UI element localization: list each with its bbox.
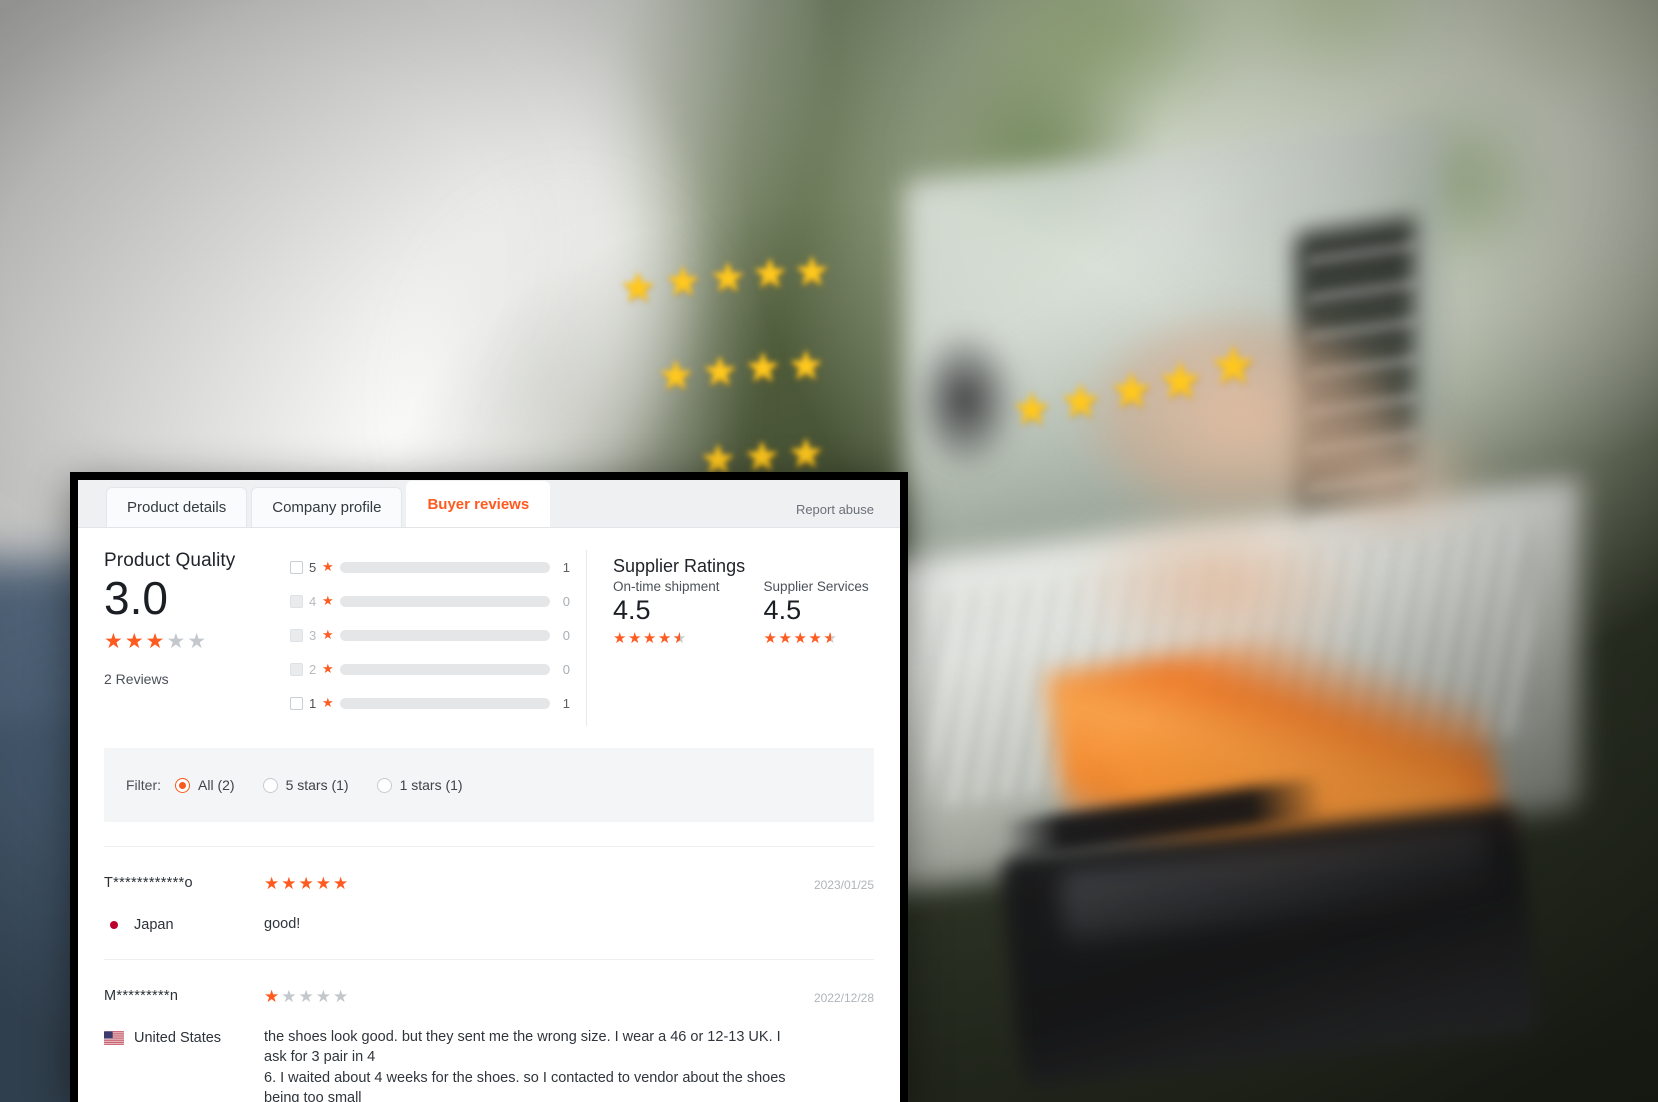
supplier-metric-on-time-shipment: On-time shipment 4.5 ★★★★★★ [613, 579, 720, 648]
review-item: M*********n United States ★★★★★ the shoe… [104, 958, 874, 1102]
report-abuse-link[interactable]: Report abuse [796, 502, 874, 517]
ratings-summary: Product Quality 3.0 ★★★★★ 2 Reviews 5 ★ … [78, 528, 900, 734]
histogram-row-2[interactable]: 2 ★ 0 [290, 658, 570, 680]
review-author-block: T************o Japan [104, 875, 264, 935]
histogram-row-4[interactable]: 4 ★ 0 [290, 590, 570, 612]
histogram-checkbox-3[interactable] [290, 628, 303, 642]
histogram-bar-5 [339, 561, 550, 573]
tab-company-profile[interactable]: Company profile [251, 487, 403, 527]
star-icon: ★ [322, 559, 334, 574]
review-body: ★★★★★ good! [264, 875, 796, 935]
supplier-metric-supplier-services: Supplier Services 4.5 ★★★★★★ [764, 579, 869, 648]
review-author-block: M*********n United States [104, 988, 264, 1102]
histogram-checkbox-2[interactable] [290, 662, 303, 676]
star-icon: ★ [322, 593, 334, 608]
supplier-metric-stars: ★★★★★★ [613, 631, 688, 646]
histogram-bar-3 [339, 629, 550, 641]
review-author-name: T************o [104, 875, 193, 891]
star-icon-empty: ★★ [166, 629, 209, 653]
review-date: 2023/01/25 [813, 878, 874, 892]
review-country-name: Japan [134, 917, 174, 933]
radio-icon[interactable] [262, 777, 278, 793]
histogram-label-3: 3 [309, 627, 317, 643]
supplier-metric-stars: ★★★★★★ [764, 631, 839, 646]
filter-option-label: 1 stars (1) [399, 777, 463, 793]
star-icon-empty: ★★★★ [281, 986, 351, 1006]
review-author-name: M*********n [104, 987, 179, 1004]
histogram-checkbox-1[interactable] [290, 696, 303, 710]
supplier-ratings-block: Supplier Ratings On-time shipment 4.5 ★★… [586, 550, 869, 726]
histogram-row-5[interactable]: 5 ★ 1 [290, 556, 570, 578]
review-text: the shoes look good. but they sent me th… [264, 1028, 786, 1102]
filter-option-label: All (2) [198, 777, 235, 793]
review-body: ★★★★★ the shoes look good. but they sent… [264, 988, 796, 1102]
filter-option-label: 5 stars (1) [285, 777, 349, 793]
supplier-metric-value: 4.5 [763, 595, 802, 625]
tab-product-details[interactable]: Product details [106, 487, 248, 527]
histogram-checkbox-4[interactable] [290, 594, 303, 608]
buyer-reviews-panel: Product details Company profile Buyer re… [78, 480, 900, 1102]
radio-icon[interactable] [376, 777, 392, 793]
flag-icon-united-states [104, 1030, 124, 1045]
histogram-bar-2 [339, 663, 550, 675]
product-quality-stars: ★★★★★ [104, 631, 208, 652]
review-panel-frame: Product details Company profile Buyer re… [70, 472, 908, 1102]
star-icon: ★ [322, 695, 334, 710]
star-icon-filled: ★★★ [104, 629, 167, 653]
filter-option-all[interactable]: All (2) [175, 777, 235, 793]
star-icon-filled: ★★★★ [763, 630, 824, 648]
review-date: 2022/12/28 [813, 990, 874, 1005]
supplier-metric-label: Supplier Services [763, 579, 869, 594]
radio-icon-selected[interactable] [175, 777, 190, 793]
histogram-bar-1 [339, 697, 550, 709]
star-icon-half: ★★ [823, 630, 839, 648]
product-quality-title: Product Quality [104, 550, 236, 571]
supplier-ratings-title: Supplier Ratings [613, 556, 746, 576]
flag-icon-japan [104, 918, 124, 932]
histogram-count-5: 1 [562, 559, 570, 575]
supplier-metric-value: 4.5 [613, 595, 651, 625]
histogram-row-3[interactable]: 3 ★ 0 [290, 624, 570, 646]
star-icon-filled: ★ [264, 986, 282, 1006]
histogram-label-4: 4 [309, 593, 317, 609]
reviews-count: 2 Reviews [104, 670, 169, 687]
review-filter-bar: Filter: All (2) 5 stars (1) 1 stars (1) [104, 748, 874, 822]
filter-label: Filter: [126, 777, 161, 793]
star-icon: ★ [322, 627, 334, 642]
rating-histogram: 5 ★ 1 4 ★ 0 3 ★ 0 2 ★ 0 1 ★ 1 [274, 550, 570, 726]
product-quality-block: Product Quality 3.0 ★★★★★ 2 Reviews [104, 550, 274, 726]
review-stars: ★★★★★ [264, 875, 350, 892]
filter-option-1-star[interactable]: 1 stars (1) [376, 777, 463, 793]
review-country-name: United States [134, 1029, 222, 1046]
review-text: good! [264, 916, 301, 932]
histogram-checkbox-5[interactable] [290, 560, 303, 574]
histogram-count-2: 0 [562, 661, 570, 677]
histogram-bar-4 [339, 595, 550, 607]
tab-bar: Product details Company profile Buyer re… [78, 480, 900, 528]
histogram-label-2: 2 [309, 661, 317, 677]
product-quality-score: 3.0 [104, 572, 168, 624]
tab-buyer-reviews[interactable]: Buyer reviews [406, 481, 551, 527]
review-stars: ★★★★★ [264, 988, 350, 1005]
star-icon-filled: ★★★★ [613, 630, 673, 648]
filter-option-5-stars[interactable]: 5 stars (1) [262, 777, 349, 793]
supplier-metric-label: On-time shipment [613, 579, 720, 594]
star-icon-filled: ★★★★★ [264, 874, 351, 893]
histogram-count-4: 0 [562, 593, 570, 609]
histogram-label-1: 1 [309, 695, 317, 711]
histogram-count-3: 0 [562, 627, 570, 643]
review-item: T************o Japan ★★★★★ good! 2023/01… [104, 846, 874, 935]
star-icon: ★ [322, 661, 334, 676]
star-icon-half: ★★ [672, 630, 688, 648]
review-author-country: Japan [104, 917, 264, 933]
histogram-label-5: 5 [309, 559, 317, 575]
supplier-metrics: On-time shipment 4.5 ★★★★★★ Supplier Ser… [613, 579, 869, 648]
histogram-row-1[interactable]: 1 ★ 1 [290, 692, 570, 714]
review-author-country: United States [104, 1030, 264, 1046]
histogram-count-1: 1 [562, 695, 570, 711]
